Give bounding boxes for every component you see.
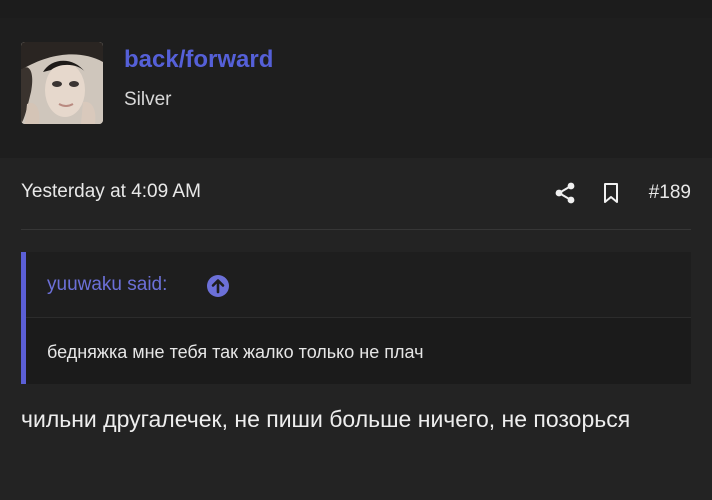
arrow-up-circle-icon[interactable] <box>206 274 230 298</box>
divider <box>21 229 691 230</box>
user-title: Silver <box>124 89 172 110</box>
username-link[interactable]: back/forward <box>124 46 273 74</box>
quote-header: yuuwaku said: <box>26 252 691 318</box>
post-number-link[interactable]: #189 <box>649 182 691 204</box>
post-message: чильни другалечек, не пиши больше ничего… <box>21 406 631 432</box>
quote-block: yuuwaku said: бедняжка мне тебя так жалк… <box>21 252 691 384</box>
post-user-header: back/forward Silver <box>0 18 712 177</box>
share-icon[interactable] <box>553 181 577 205</box>
quote-text: бедняжка мне тебя так жалко только не пл… <box>47 342 424 362</box>
avatar-image <box>21 42 103 124</box>
post-timestamp[interactable]: Yesterday at 4:09 AM <box>21 181 201 203</box>
top-bar <box>0 0 712 18</box>
bookmark-icon[interactable] <box>599 181 623 205</box>
avatar[interactable] <box>21 42 103 124</box>
quote-author-link[interactable]: yuuwaku said: <box>47 274 167 296</box>
header-pointer <box>42 158 82 177</box>
post-actions: #189 <box>553 178 691 208</box>
